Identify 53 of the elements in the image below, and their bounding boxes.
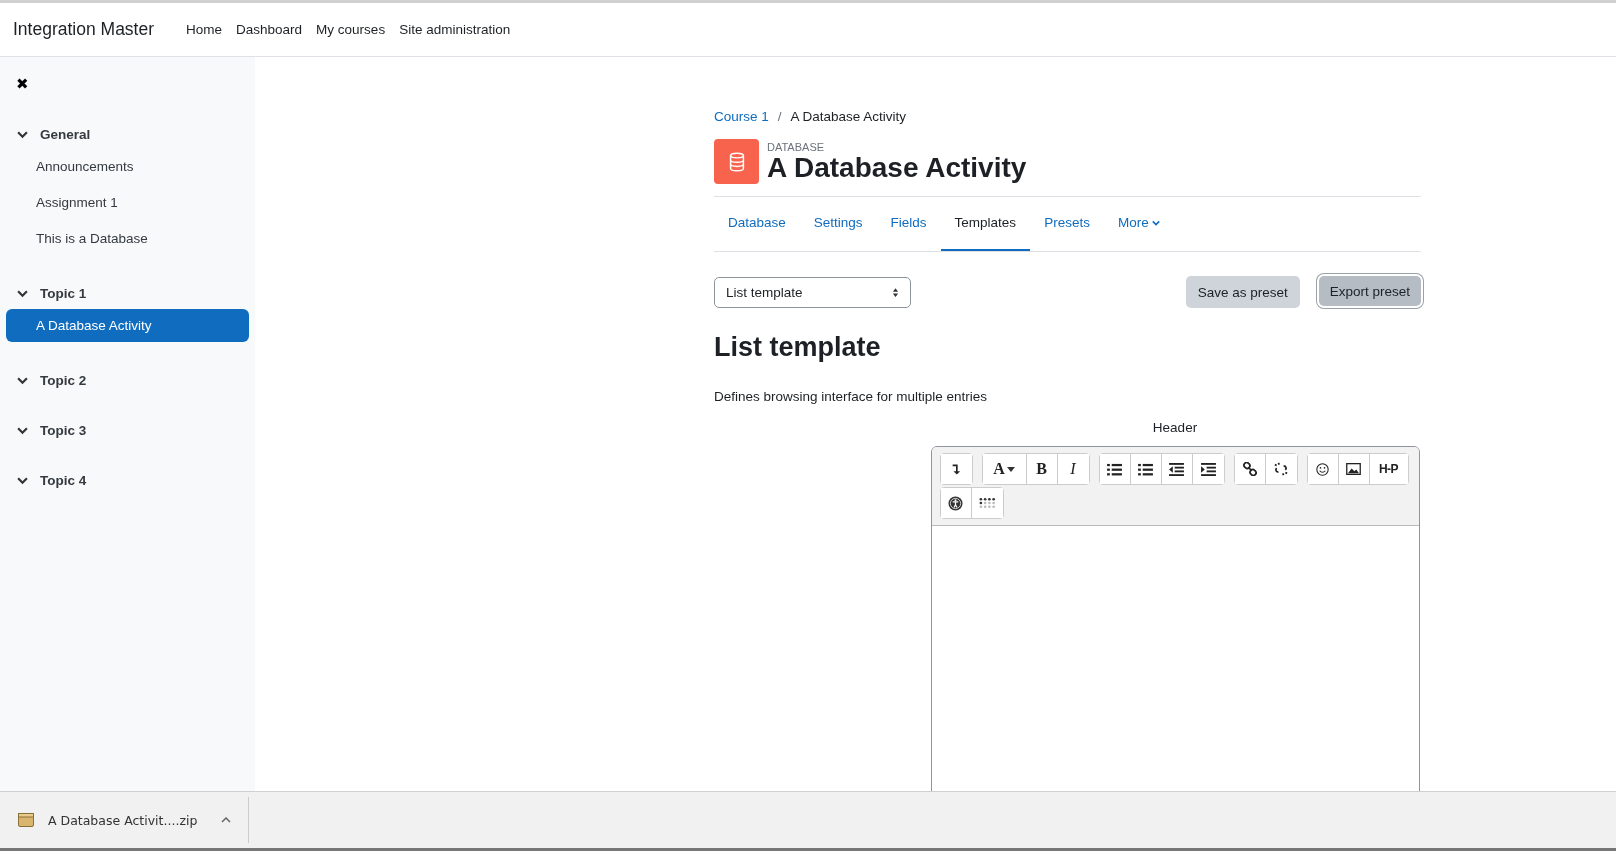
nav-link[interactable]: Home <box>186 22 223 37</box>
section-title[interactable]: Topic 2 <box>40 372 87 388</box>
section-title[interactable]: Topic 3 <box>40 422 87 438</box>
caret-down-icon <box>1006 466 1015 472</box>
nav-link[interactable]: My courses <box>316 22 386 37</box>
breadcrumb-current: A Database Activity <box>790 109 907 124</box>
tab[interactable]: More <box>1103 197 1174 251</box>
up-down-arrows-icon <box>892 286 899 298</box>
tab[interactable]: Presets <box>1030 197 1104 251</box>
link-button[interactable] <box>1234 454 1266 484</box>
smiley-icon <box>1316 462 1329 476</box>
database-icon <box>714 139 759 184</box>
accessibility-button[interactable] <box>940 488 972 518</box>
section-title[interactable]: Topic 1 <box>40 285 87 301</box>
nav-link[interactable]: Dashboard <box>236 22 303 37</box>
nav-link[interactable]: Site administration <box>399 22 511 37</box>
sidebar-item[interactable]: A Database Activity <box>6 309 249 342</box>
caret-up-icon[interactable] <box>221 817 232 823</box>
breadcrumb-link[interactable]: Course 1 <box>714 109 769 124</box>
tab[interactable]: Templates <box>940 197 1031 251</box>
smiley-button[interactable] <box>1307 454 1339 484</box>
section-title[interactable]: General <box>40 126 91 142</box>
preset-button[interactable]: Export preset <box>1318 276 1421 306</box>
sidebar-item[interactable]: This is a Database <box>6 222 249 255</box>
downloaded-file-name[interactable]: A Database Activit....zip <box>48 812 198 828</box>
font-button[interactable]: A <box>982 454 1027 484</box>
breadcrumb-separator: / <box>777 109 782 124</box>
section-title[interactable]: Topic 4 <box>40 472 87 488</box>
bulleted-list-icon <box>1107 462 1122 476</box>
description-text: Defines browsing interface for multiple entries <box>714 389 989 404</box>
link-icon <box>1242 462 1257 476</box>
field-label: Header <box>1152 420 1198 435</box>
tab[interactable]: Fields <box>876 197 941 251</box>
preset-button[interactable]: Save as preset <box>1185 276 1300 308</box>
dot-grid-icon <box>978 497 996 509</box>
sidebar-item[interactable]: Assignment 1 <box>6 186 249 219</box>
outdent-icon <box>1169 462 1184 476</box>
bulleted-list-button[interactable] <box>1099 454 1131 484</box>
accessibility-icon <box>948 495 963 511</box>
sidebar-item[interactable]: Announcements <box>6 150 249 183</box>
archive-file-icon <box>18 813 34 827</box>
section-heading: List template <box>714 332 882 363</box>
tab[interactable]: Database <box>714 197 800 251</box>
indent-icon <box>1200 462 1216 476</box>
numbered-list-icon <box>1138 462 1153 476</box>
collapse-button[interactable] <box>940 454 972 484</box>
activity-title: A Database Activity <box>767 153 1027 184</box>
tab[interactable]: Settings <box>799 197 877 251</box>
template-select[interactable]: List template <box>714 276 911 308</box>
activity-type-label: DATABASE <box>767 141 826 153</box>
collapse-icon <box>951 462 961 476</box>
site-name[interactable]: Integration Master <box>13 19 155 40</box>
image-icon <box>1346 463 1361 475</box>
